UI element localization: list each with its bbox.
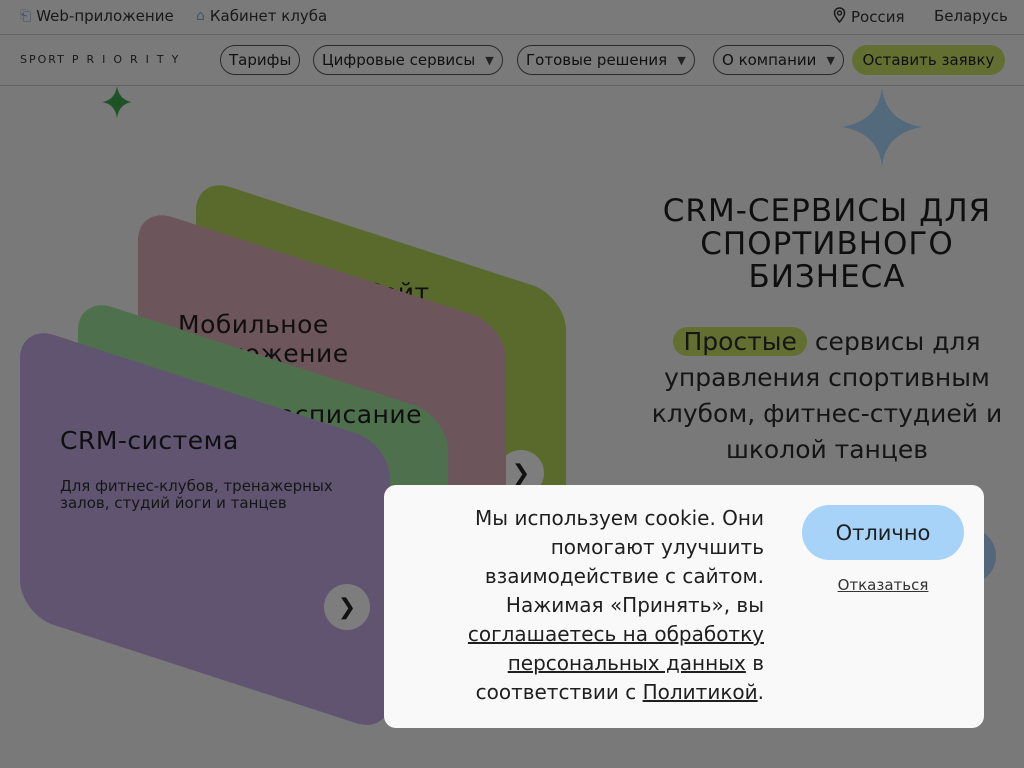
processing-consent-link[interactable]: соглашаетесь на обработку персональных д… [468,622,764,675]
cookie-text: Мы используем cookie. Они помогают улучш… [402,504,764,707]
decline-cookies-link[interactable]: Отказаться [802,576,964,594]
accept-cookies-button[interactable]: Отлично [802,505,964,560]
cookie-banner: Мы используем cookie. Они помогают улучш… [384,485,984,728]
policy-link[interactable]: Политикой [643,680,758,704]
cookie-text-main: Мы используем cookie. Они помогают улучш… [475,506,764,617]
cookie-text-end: . [757,680,764,704]
